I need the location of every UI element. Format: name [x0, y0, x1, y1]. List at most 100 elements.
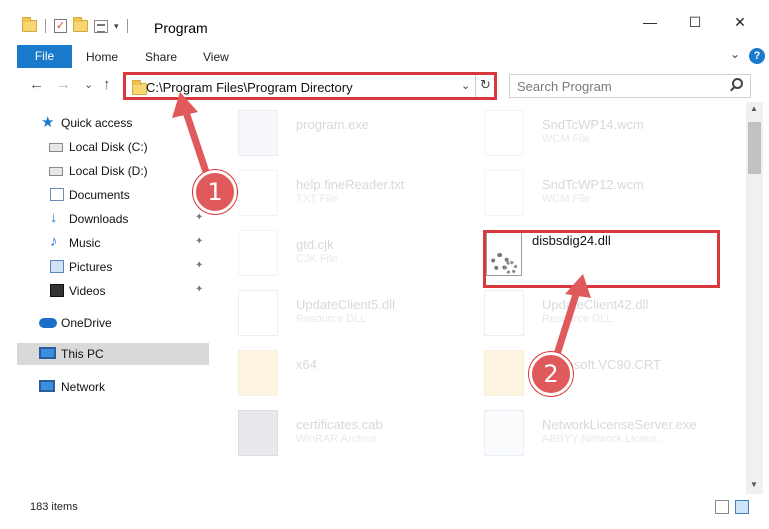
sidebar-item-videos[interactable]: Videos ✦	[0, 280, 208, 302]
sidebar-item-this-pc[interactable]: This PC	[17, 343, 209, 365]
sidebar-item-network[interactable]: Network	[0, 376, 208, 398]
file-name: UpdateClient42.dll	[542, 297, 649, 312]
sidebar-item-pictures[interactable]: Pictures ✦	[0, 256, 208, 278]
file-item-sndtcwp14[interactable]: SndTcWP14.wcm WCM File	[484, 108, 724, 164]
file-type: WCM File	[542, 193, 591, 205]
folder-icon	[238, 350, 278, 396]
file-item-networklicenseserver-exe[interactable]: NetworkLicenseServer.exe ABBYY Network L…	[484, 408, 724, 464]
scroll-up-icon[interactable]: ▲	[750, 104, 758, 113]
sidebar-item-local-disk-d[interactable]: Local Disk (D:)	[0, 160, 208, 182]
generic-file-icon	[238, 230, 278, 276]
toolbar-separator	[126, 19, 128, 33]
address-divider	[475, 75, 476, 97]
folder-item-vc90-crt[interactable]: Microsoft.VC90.CRT	[484, 348, 724, 404]
file-list: program.exe help.fineReader.txt TXT File…	[212, 102, 746, 494]
recent-locations-button[interactable]: ⌄	[84, 78, 93, 91]
drive-icon	[49, 143, 63, 152]
sidebar-item-label: Pictures	[69, 260, 113, 274]
status-bar: 183 items	[0, 494, 769, 529]
drive-icon	[49, 167, 63, 176]
pin-icon[interactable]: ✦	[195, 212, 203, 223]
navigation-bar: ← → ⌄ ↑ C:\Program Files\Program Directo…	[0, 70, 769, 102]
file-type: Resource DLL	[296, 313, 367, 325]
folder-icon	[484, 350, 524, 396]
file-item-sndtcwp12[interactable]: SndTcWP12.wcm WCM File	[484, 168, 724, 224]
pin-icon[interactable]: ✦	[195, 260, 203, 271]
minimize-button[interactable]: —	[627, 14, 673, 30]
search-box[interactable]: Search Program	[509, 74, 751, 98]
pin-icon[interactable]: ✦	[195, 284, 203, 295]
search-icon[interactable]	[732, 78, 743, 89]
file-type: Resource DLL	[542, 313, 613, 325]
item-count: 183 items	[30, 501, 78, 513]
new-folder-icon[interactable]	[73, 17, 88, 32]
onedrive-icon	[39, 318, 57, 328]
tab-view[interactable]: View	[203, 50, 229, 64]
file-item-help-txt[interactable]: help.fineReader.txt TXT File	[238, 168, 478, 224]
close-button[interactable]: ✕	[717, 14, 763, 31]
customize-dropdown-icon[interactable]: ▾	[114, 21, 119, 32]
file-type: WinRAR Archive	[296, 433, 378, 445]
address-dropdown-icon[interactable]: ⌄	[461, 79, 470, 92]
search-input[interactable]: Search Program	[517, 79, 612, 94]
sidebar-item-label: Local Disk (D:)	[69, 164, 148, 178]
file-type: CJK File	[296, 253, 338, 265]
sidebar-item-local-disk-c[interactable]: Local Disk (C:)	[0, 136, 208, 158]
back-button[interactable]: ←	[29, 76, 44, 93]
help-icon[interactable]: ?	[749, 48, 765, 64]
expand-ribbon-icon[interactable]: ⌄	[730, 47, 740, 61]
customize-icon[interactable]	[94, 19, 108, 33]
music-icon: ♪	[50, 233, 58, 250]
file-name: SndTcWP14.wcm	[542, 117, 644, 132]
refresh-icon[interactable]: ↻	[480, 77, 491, 93]
address-bar[interactable]: C:\Program Files\Program Directory ⌄ ↻	[123, 72, 497, 100]
folder-icon	[22, 17, 37, 32]
scroll-down-icon[interactable]: ▼	[750, 480, 758, 489]
archive-icon	[238, 410, 278, 456]
quick-access-toolbar: ✓ ▾	[22, 17, 130, 33]
sidebar-item-label: Downloads	[69, 212, 129, 226]
window-title: Program	[154, 20, 208, 36]
sidebar-item-downloads[interactable]: ↓ Downloads ✦	[0, 208, 208, 230]
sidebar-item-music[interactable]: ♪ Music ✦	[0, 232, 208, 254]
pictures-icon	[50, 260, 64, 273]
file-item-program-exe[interactable]: program.exe	[238, 108, 478, 164]
folder-icon	[132, 80, 147, 95]
tab-home[interactable]: Home	[86, 50, 118, 64]
file-item-certificates-cab[interactable]: certificates.cab WinRAR Archive	[238, 408, 478, 464]
tab-share[interactable]: Share	[145, 50, 177, 64]
sidebar-item-label: Documents	[69, 188, 130, 202]
sidebar-item-onedrive[interactable]: OneDrive	[0, 312, 208, 334]
file-name: UpdateClient5.dll	[296, 297, 396, 312]
file-name: help.fineReader.txt	[296, 177, 405, 192]
sidebar-item-label: Network	[61, 380, 106, 394]
forward-button[interactable]: →	[56, 76, 71, 93]
pin-icon[interactable]: ✦	[195, 236, 203, 247]
maximize-button[interactable]: ☐	[672, 14, 718, 31]
file-type: ABBYY Network Licens...	[542, 433, 666, 445]
tab-file[interactable]: File	[17, 45, 72, 68]
sidebar-item-quick-access[interactable]: ★ Quick access	[0, 112, 208, 134]
file-item-updateclient5-dll[interactable]: UpdateClient5.dll Resource DLL	[238, 288, 478, 344]
scrollbar-thumb[interactable]	[748, 122, 761, 174]
address-path[interactable]: C:\Program Files\Program Directory	[146, 80, 353, 95]
downloads-icon: ↓	[50, 209, 58, 226]
sidebar-item-label: Music	[69, 236, 101, 250]
file-item-gtd-cjk[interactable]: gtd.cjk CJK File	[238, 228, 478, 284]
file-item-updateclient42-dll[interactable]: UpdateClient42.dll Resource DLL	[484, 288, 724, 344]
toolbar-separator	[45, 19, 46, 33]
folder-item-x64[interactable]: x64	[238, 348, 478, 404]
tiles-view-button[interactable]	[735, 500, 749, 514]
file-type: TXT File	[296, 193, 338, 205]
details-view-button[interactable]	[715, 500, 729, 514]
step-2-badge: 2	[529, 352, 573, 396]
properties-check-icon[interactable]: ✓	[54, 19, 67, 33]
vertical-scrollbar[interactable]: ▲ ▼	[746, 102, 763, 494]
sidebar-item-documents[interactable]: Documents	[0, 184, 208, 206]
star-icon: ★	[41, 114, 55, 131]
sidebar-item-label: Local Disk (C:)	[69, 140, 148, 154]
up-button[interactable]: ↑	[103, 76, 111, 93]
generic-file-icon	[484, 170, 524, 216]
pc-icon	[39, 347, 56, 359]
text-file-icon	[238, 170, 278, 216]
